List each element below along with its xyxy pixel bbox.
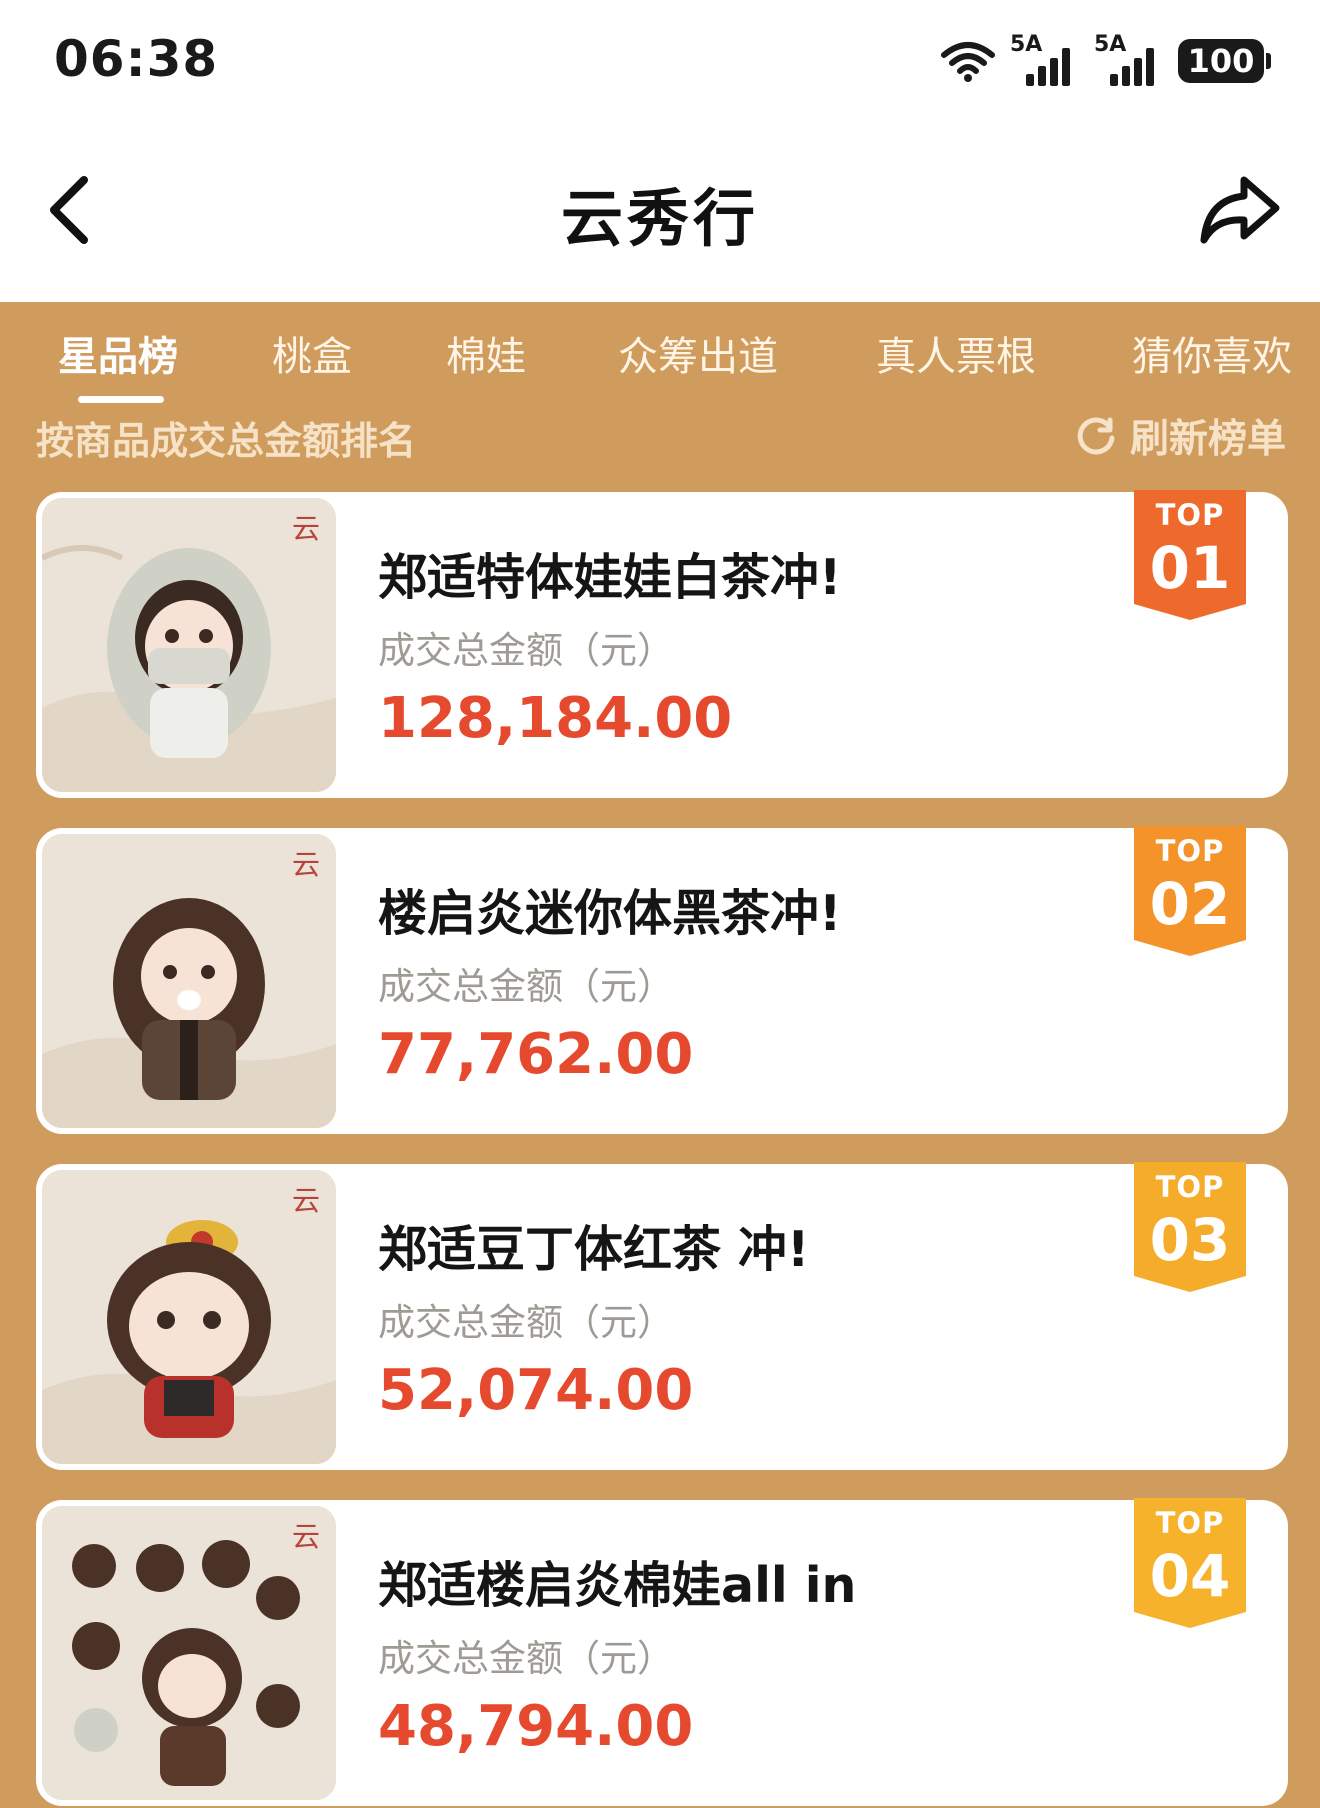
amount-value: 48,794.00 [378, 1694, 694, 1759]
product-image: 云 [42, 498, 336, 792]
rank-number: 01 [1149, 534, 1231, 602]
share-button[interactable] [1194, 170, 1284, 250]
ranking-card[interactable]: 云 楼启炎迷你体黑茶冲! 成交总金额（元） 77,762.00 TOP 02 [36, 826, 1288, 1134]
amount-label: 成交总金额（元） [378, 965, 674, 1008]
rank-badge: TOP 03 [1134, 1162, 1246, 1292]
battery-icon: 100 [1178, 39, 1271, 83]
svg-text:云: 云 [292, 848, 320, 881]
nav-bar: 云秀行 [0, 120, 1320, 302]
tab-ticket-stub[interactable]: 真人票根 [876, 324, 1036, 382]
badge-top-label: TOP [1155, 834, 1225, 868]
badge-top-label: TOP [1155, 1170, 1225, 1204]
product-title: 郑适特体娃娃白茶冲! [378, 549, 842, 606]
product-image: 云 [42, 1170, 336, 1464]
ranking-card[interactable]: 云 郑适豆丁体红茶 冲! 成交总金额（元） 52,074.00 TOP 03 [36, 1162, 1288, 1470]
refresh-button[interactable]: 刷新榜单 [1074, 408, 1286, 464]
ranking-card[interactable]: 云 郑适楼启炎棉娃all in 成交总金额（元） 48,794.00 TOP 0… [36, 1498, 1288, 1806]
svg-text:云: 云 [292, 1520, 320, 1553]
product-title: 楼启炎迷你体黑茶冲! [378, 885, 842, 942]
svg-text:云: 云 [292, 1184, 320, 1217]
badge-top-label: TOP [1155, 498, 1225, 532]
status-time: 06:38 [54, 30, 219, 88]
rank-badge: TOP 04 [1134, 1498, 1246, 1628]
badge-top-label: TOP [1155, 1506, 1225, 1540]
battery-level: 100 [1187, 42, 1255, 80]
tab-recommended[interactable]: 猜你喜欢 [1132, 324, 1292, 382]
signal-icon [1026, 48, 1070, 86]
ranking-panel: 星品榜 桃盒 棉娃 众筹出道 真人票根 猜你喜欢 按商品成交总金额排名 刷新榜单… [0, 302, 1320, 1808]
product-image: 云 [42, 834, 336, 1128]
status-bar: 06:38 5A 5A 100 [0, 0, 1320, 120]
ranking-card[interactable]: 云 郑适特体娃娃白茶冲! 成交总金额（元） 128,184.00 TOP 01 [36, 490, 1288, 798]
rank-badge: TOP 01 [1134, 490, 1246, 620]
status-icons: 5A 5A 100 [940, 32, 1271, 86]
category-tabs: 星品榜 桃盒 棉娃 众筹出道 真人票根 猜你喜欢 [0, 302, 1320, 410]
rank-number: 03 [1149, 1206, 1231, 1274]
amount-value: 128,184.00 [378, 686, 733, 751]
wifi-icon [941, 42, 995, 82]
product-title: 郑适豆丁体红茶 冲! [378, 1221, 810, 1278]
amount-value: 52,074.00 [378, 1358, 694, 1423]
tab-star-ranking[interactable]: 星品榜 [58, 324, 178, 382]
svg-text:云: 云 [292, 512, 320, 545]
share-arrow-icon [1200, 176, 1280, 244]
tab-cotton-doll[interactable]: 棉娃 [446, 324, 526, 382]
amount-label: 成交总金额（元） [378, 1637, 674, 1680]
rank-badge: TOP 02 [1134, 826, 1246, 956]
rank-number: 04 [1149, 1542, 1231, 1610]
amount-value: 77,762.00 [378, 1022, 694, 1087]
refresh-icon [1077, 417, 1115, 455]
active-tab-indicator [78, 396, 164, 403]
product-image: 云 [42, 1506, 336, 1800]
cellular-signal-2: 5A [1094, 32, 1164, 86]
tab-crowdfunding[interactable]: 众筹出道 [618, 324, 778, 382]
page-title: 云秀行 [560, 182, 759, 255]
amount-label: 成交总金额（元） [378, 629, 674, 672]
signal-icon [1110, 48, 1154, 86]
tab-peach-box[interactable]: 桃盒 [272, 324, 352, 382]
product-title: 郑适楼启炎棉娃all in [378, 1557, 857, 1614]
ranking-subtitle: 按商品成交总金额排名 [36, 419, 417, 463]
cellular-signal-1: 5A [1010, 32, 1080, 86]
refresh-label: 刷新榜单 [1129, 417, 1286, 462]
rank-number: 02 [1149, 870, 1231, 938]
amount-label: 成交总金额（元） [378, 1301, 674, 1344]
